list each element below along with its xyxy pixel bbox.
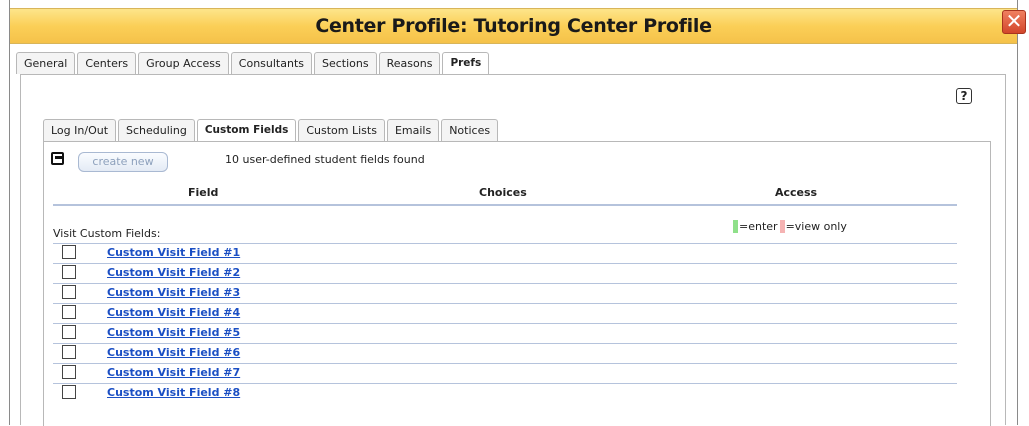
- field-link[interactable]: Custom Visit Field #7: [107, 366, 240, 379]
- enter-swatch: [733, 220, 738, 233]
- tab-group-access[interactable]: Group Access: [138, 52, 229, 74]
- tab-prefs[interactable]: Prefs: [442, 52, 490, 75]
- sub-tab-bar: Log In/Out Scheduling Custom Fields Cust…: [43, 119, 500, 142]
- tab-consultants[interactable]: Consultants: [230, 52, 312, 74]
- subtab-scheduling[interactable]: Scheduling: [118, 119, 195, 141]
- help-icon[interactable]: ?: [956, 88, 972, 104]
- create-new-button[interactable]: create new: [78, 152, 168, 172]
- row-checkbox[interactable]: [62, 345, 76, 359]
- select-all-icon[interactable]: [51, 152, 64, 165]
- table-row: Custom Visit Field #3: [53, 283, 957, 303]
- tab-reasons[interactable]: Reasons: [378, 52, 441, 74]
- row-checkbox[interactable]: [62, 245, 76, 259]
- access-legend: =enter =view only: [733, 220, 847, 233]
- field-link[interactable]: Custom Visit Field #6: [107, 346, 240, 359]
- legend-view-only: =view only: [785, 220, 847, 233]
- row-checkbox[interactable]: [62, 285, 76, 299]
- subtab-custom-fields[interactable]: Custom Fields: [196, 119, 297, 142]
- row-checkbox[interactable]: [62, 365, 76, 379]
- header-field: Field: [188, 186, 219, 199]
- field-link[interactable]: Custom Visit Field #1: [107, 246, 240, 259]
- table-row: Custom Visit Field #2: [53, 263, 957, 283]
- custom-fields-panel: create new 10 user-defined student field…: [43, 141, 991, 426]
- tab-general[interactable]: General: [16, 52, 76, 74]
- window-title: Center Profile: Tutoring Center Profile: [315, 15, 712, 37]
- section-label: Visit Custom Fields:: [53, 227, 161, 240]
- legend-enter: =enter: [739, 220, 778, 233]
- tab-sections[interactable]: Sections: [314, 52, 377, 74]
- table-header: Field Choices Access: [53, 182, 957, 206]
- header-access: Access: [775, 186, 818, 199]
- close-button[interactable]: ✕: [1002, 10, 1026, 34]
- table-row: Custom Visit Field #5: [53, 323, 957, 343]
- table-row: Custom Visit Field #8: [53, 383, 957, 403]
- profile-window: Center Profile: Tutoring Center Profile …: [9, 0, 1018, 426]
- subtab-log-in-out[interactable]: Log In/Out: [43, 119, 117, 141]
- field-link[interactable]: Custom Visit Field #3: [107, 286, 240, 299]
- table-row: Custom Visit Field #1: [53, 243, 957, 263]
- table-row: Custom Visit Field #4: [53, 303, 957, 323]
- field-link[interactable]: Custom Visit Field #8: [107, 386, 240, 399]
- fields-found-count: 10 user-defined student fields found: [225, 153, 425, 166]
- row-checkbox[interactable]: [62, 325, 76, 339]
- field-link[interactable]: Custom Visit Field #2: [107, 266, 240, 279]
- tab-centers[interactable]: Centers: [77, 52, 137, 74]
- row-checkbox[interactable]: [62, 385, 76, 399]
- main-tab-bar: General Centers Group Access Consultants…: [16, 52, 491, 75]
- subtab-notices[interactable]: Notices: [441, 119, 499, 141]
- table-row: Custom Visit Field #7: [53, 363, 957, 383]
- prefs-panel: ? Log In/Out Scheduling Custom Fields Cu…: [20, 74, 1006, 426]
- subtab-emails[interactable]: Emails: [386, 119, 440, 141]
- header-choices: Choices: [479, 186, 527, 199]
- table-row: Custom Visit Field #6: [53, 343, 957, 363]
- field-link[interactable]: Custom Visit Field #4: [107, 306, 240, 319]
- subtab-custom-lists[interactable]: Custom Lists: [298, 119, 385, 141]
- view-only-swatch: [779, 220, 785, 233]
- field-link[interactable]: Custom Visit Field #5: [107, 326, 240, 339]
- title-bar: Center Profile: Tutoring Center Profile: [10, 8, 1017, 44]
- row-checkbox[interactable]: [62, 305, 76, 319]
- custom-field-list: Custom Visit Field #1 Custom Visit Field…: [53, 243, 957, 403]
- row-checkbox[interactable]: [62, 265, 76, 279]
